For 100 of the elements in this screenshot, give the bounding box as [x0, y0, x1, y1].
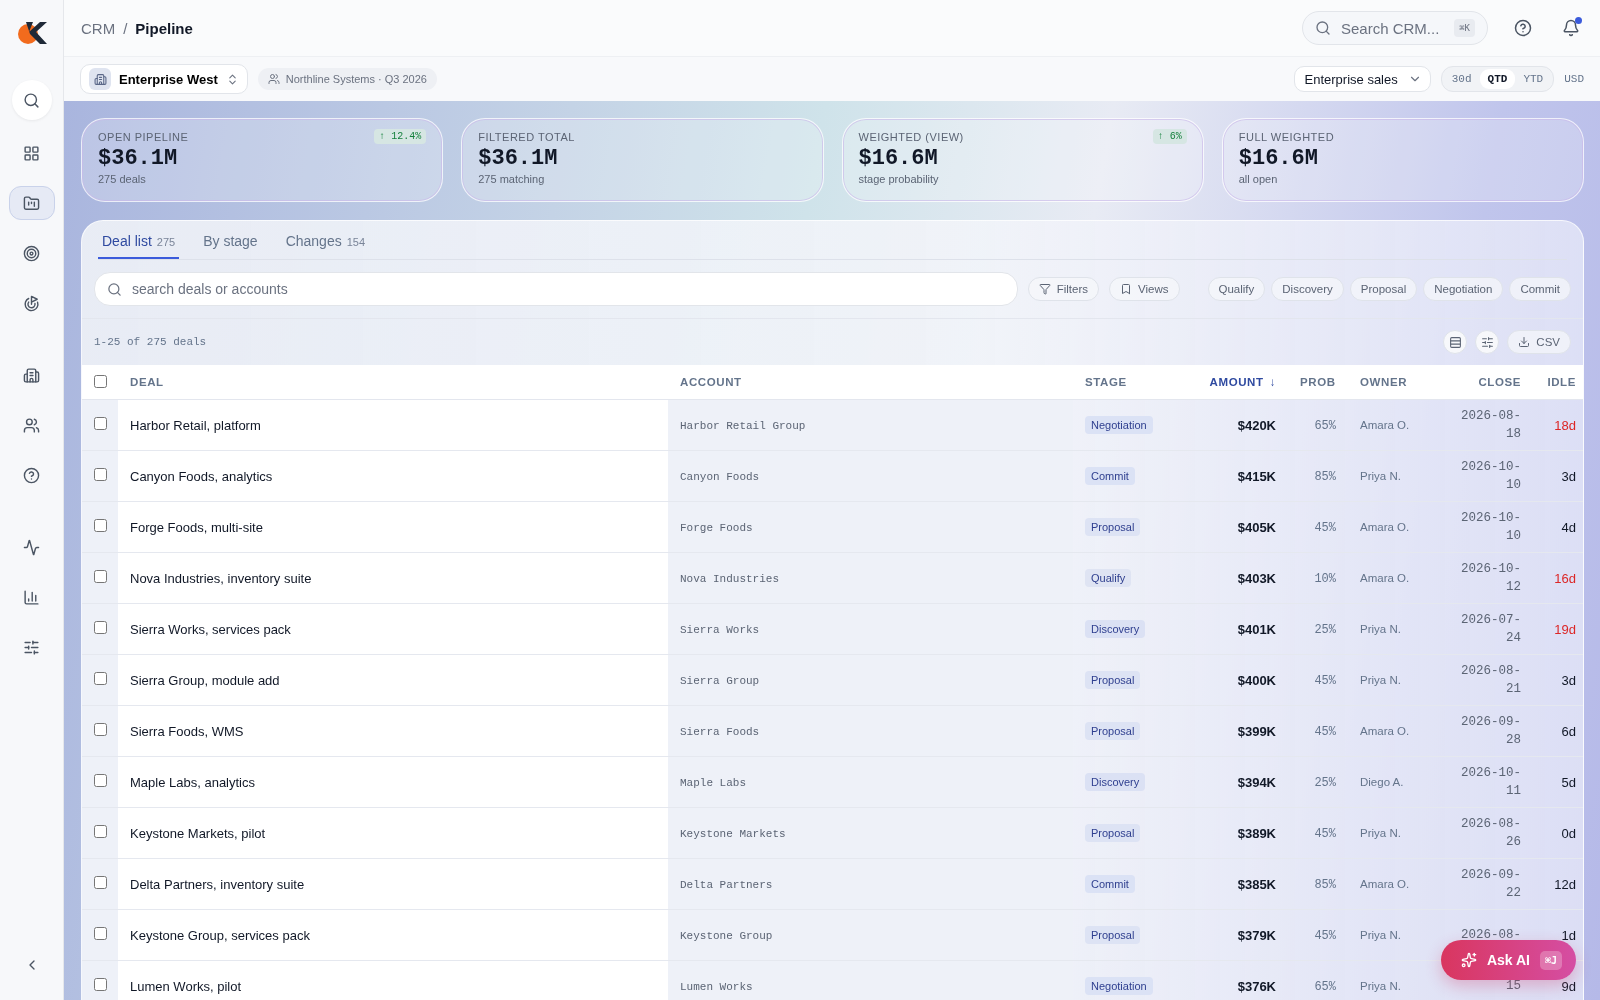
workspace-selector[interactable]: Enterprise West	[80, 64, 248, 94]
close-date: 2026-08-21	[1460, 663, 1521, 698]
filters-button[interactable]: Filters	[1027, 277, 1100, 301]
deal-name[interactable]: Lumen Works, pilot	[130, 978, 242, 994]
column-header[interactable]: OWNER	[1348, 365, 1443, 400]
idle-days: 3d	[1561, 672, 1576, 688]
row-checkbox[interactable]	[94, 927, 107, 940]
stage-filter-chip[interactable]: Negotiation	[1423, 277, 1504, 301]
amount: $400K	[1237, 672, 1276, 688]
row-checkbox[interactable]	[94, 468, 107, 481]
account-name: Forge Foods	[680, 522, 753, 534]
deal-name[interactable]: Keystone Markets, pilot	[130, 825, 266, 841]
close-date: 2026-10-12	[1460, 561, 1521, 596]
account-name: Lumen Works	[680, 981, 753, 993]
search-field[interactable]: Search CRM... ⌘K	[1302, 11, 1488, 45]
page-title: Pipeline	[135, 19, 193, 37]
deal-name[interactable]: Sierra Group, module add	[130, 672, 280, 688]
views-button[interactable]: Views	[1109, 277, 1180, 301]
building-icon	[23, 366, 40, 384]
density-button[interactable]	[1443, 330, 1468, 354]
kpi-label: OPEN PIPELINE	[98, 131, 189, 143]
tab[interactable]: By stage	[199, 233, 262, 259]
column-header[interactable]: CLOSE	[1443, 365, 1533, 400]
close-date: 2026-09-28	[1460, 714, 1521, 749]
row-checkbox[interactable]	[94, 417, 107, 430]
bookmark-icon	[1120, 283, 1133, 295]
kpi-value: $36.1M	[478, 146, 559, 171]
row-checkbox[interactable]	[94, 978, 107, 991]
deal-name[interactable]: Harbor Retail, platform	[130, 417, 261, 433]
amount: $420K	[1237, 417, 1276, 433]
column-header[interactable]: DEAL	[118, 365, 668, 400]
stage-tag: Proposal	[1085, 824, 1141, 842]
deal-name[interactable]: Sierra Foods, WMS	[130, 723, 244, 739]
stage-filter-chip[interactable]: Proposal	[1349, 277, 1418, 301]
idle-days: 12d	[1554, 876, 1576, 892]
breadcrumb-link[interactable]: CRM	[81, 19, 116, 37]
column-header[interactable]: ACCOUNT	[668, 365, 1073, 400]
sliders-icon	[23, 638, 40, 656]
close-date: 2026-09-22	[1460, 867, 1521, 902]
account-name: Keystone Group	[680, 930, 773, 942]
search-input[interactable]: Search CRM...	[1339, 18, 1447, 38]
row-checkbox[interactable]	[94, 774, 107, 787]
probability: 45%	[1314, 520, 1336, 535]
probability: 25%	[1314, 622, 1336, 637]
probability: 85%	[1314, 469, 1336, 484]
csv-export-button[interactable]: CSV	[1507, 330, 1571, 354]
amount: $403K	[1237, 570, 1276, 586]
view-select[interactable]: Enterprise sales	[1293, 66, 1431, 92]
period-tab[interactable]: QTD	[1479, 69, 1516, 89]
amount: $415K	[1237, 468, 1276, 484]
stage-filter-chip[interactable]: Discovery	[1271, 277, 1344, 301]
sidebar-item[interactable]	[8, 186, 55, 220]
deal-name[interactable]: Sierra Works, services pack	[130, 621, 291, 637]
tab[interactable]: Deal list 275	[98, 233, 180, 259]
column-header[interactable]: PROB	[1288, 365, 1348, 400]
idle-days: 1d	[1561, 927, 1576, 943]
stage-filter-chip[interactable]: Qualify	[1207, 277, 1266, 301]
stage-tag: Commit	[1085, 875, 1135, 893]
probability: 65%	[1314, 418, 1336, 433]
row-checkbox[interactable]	[94, 876, 107, 889]
deal-name[interactable]: Delta Partners, inventory suite	[130, 876, 305, 892]
probability: 45%	[1314, 724, 1336, 739]
amount: $399K	[1237, 723, 1276, 739]
ask-ai-button[interactable]: Ask AI ⌘J	[1440, 940, 1576, 980]
bar-chart-icon	[23, 588, 40, 606]
row-checkbox[interactable]	[94, 672, 107, 685]
kpi-label: FILTERED TOTAL	[478, 131, 575, 143]
deal-name[interactable]: Forge Foods, multi-site	[130, 519, 263, 535]
deal-search-field[interactable]: search deals or accounts	[94, 272, 1018, 306]
deal-name[interactable]: Keystone Group, services pack	[130, 927, 310, 943]
column-header[interactable]: AMOUNT ↓	[1183, 365, 1288, 400]
row-checkbox[interactable]	[94, 570, 107, 583]
deal-name[interactable]: Canyon Foods, analytics	[130, 468, 273, 484]
probability: 45%	[1314, 673, 1336, 688]
close-date: 2026-08-26	[1460, 816, 1521, 851]
kpi-caption: 275 matching	[478, 173, 546, 185]
row-checkbox[interactable]	[94, 825, 107, 838]
row-checkbox[interactable]	[94, 723, 107, 736]
column-header[interactable]: STAGE	[1073, 365, 1183, 400]
deal-name[interactable]: Nova Industries, inventory suite	[130, 570, 312, 586]
columns-button[interactable]	[1475, 330, 1500, 354]
stage-tag: Proposal	[1085, 671, 1141, 689]
column-header[interactable]: IDLE	[1533, 365, 1583, 400]
period-tab[interactable]: YTD	[1515, 69, 1552, 89]
deal-search-input[interactable]: search deals or accounts	[130, 280, 1005, 298]
period-tab[interactable]: 30d	[1443, 69, 1480, 89]
select-all-checkbox[interactable]	[94, 374, 107, 388]
sidebar-item[interactable]	[11, 80, 52, 120]
stage-filter-chip[interactable]: Commit	[1509, 277, 1571, 301]
tab[interactable]: Changes 154	[281, 233, 370, 259]
deal-name[interactable]: Maple Labs, analytics	[130, 774, 255, 790]
building-icon	[89, 68, 111, 90]
users-icon	[267, 73, 280, 85]
close-date: 2026-10-11	[1460, 765, 1521, 800]
row-checkbox[interactable]	[94, 621, 107, 634]
owner-name: Priya N.	[1360, 674, 1401, 686]
row-checkbox[interactable]	[94, 519, 107, 532]
stage-tag: Negotiation	[1085, 416, 1153, 434]
delta-badge: ↑ 6%	[1152, 129, 1187, 144]
kpi-value: $16.6M	[858, 146, 939, 171]
